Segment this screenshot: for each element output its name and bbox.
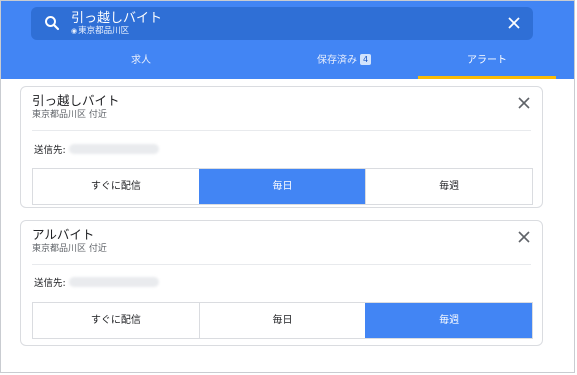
frequency-option-daily[interactable]: 毎日 — [198, 303, 366, 338]
tab-alerts-label: アラート — [467, 55, 507, 66]
tab-saved[interactable]: 保存済み 4 — [274, 48, 414, 79]
tab-jobs[interactable]: 求人 — [71, 48, 211, 79]
send-to-label: 送信先: — [34, 278, 66, 289]
alert-card: 引っ越しバイト 東京都品川区 付近 送信先: すぐに配信 毎日 毎週 — [20, 86, 543, 208]
frequency-option-instant[interactable]: すぐに配信 — [33, 169, 199, 204]
header-bar: 引っ越しバイト ◉東京都品川区 求人 保存済み 4 アラート — [1, 1, 574, 79]
search-query[interactable]: 引っ越しバイト — [71, 11, 162, 26]
tab-jobs-label: 求人 — [131, 55, 151, 66]
location-dot-icon: ◉ — [71, 27, 78, 35]
alert-card: アルバイト 東京都品川区 付近 送信先: すぐに配信 毎日 毎週 — [20, 220, 543, 346]
search-location: ◉東京都品川区 — [71, 26, 129, 37]
send-to-label: 送信先: — [34, 145, 66, 156]
alert-title: アルバイト — [32, 227, 95, 242]
frequency-option-instant[interactable]: すぐに配信 — [33, 303, 199, 338]
frequency-option-daily[interactable]: 毎日 — [198, 169, 366, 204]
alert-location: 東京都品川区 付近 — [32, 244, 107, 254]
tab-saved-label: 保存済み — [316, 55, 357, 66]
close-icon[interactable] — [518, 231, 530, 243]
search-location-text: 東京都品川区 — [78, 26, 130, 36]
send-to-row: 送信先: — [34, 277, 159, 290]
search-box[interactable]: 引っ越しバイト ◉東京都品川区 — [31, 7, 533, 40]
frequency-option-weekly[interactable]: 毎週 — [365, 303, 533, 338]
alert-location: 東京都品川区 付近 — [32, 110, 107, 120]
divider — [32, 130, 531, 131]
tab-bar: 求人 保存済み 4 アラート — [1, 48, 574, 79]
frequency-option-weekly[interactable]: 毎週 — [365, 169, 532, 204]
redacted-email — [68, 144, 159, 154]
alert-title: 引っ越しバイト — [32, 93, 120, 108]
search-icon[interactable] — [43, 14, 61, 32]
close-icon[interactable] — [507, 16, 521, 30]
app-frame: 引っ越しバイト ◉東京都品川区 求人 保存済み 4 アラート 引っ越しバイト 東京… — [0, 0, 575, 373]
frequency-selector: すぐに配信 毎日 毎週 — [32, 302, 533, 339]
tab-alerts[interactable]: アラート — [418, 48, 556, 79]
close-icon[interactable] — [518, 97, 530, 109]
divider — [32, 264, 531, 265]
frequency-selector: すぐに配信 毎日 毎週 — [32, 168, 533, 205]
saved-count-badge: 4 — [359, 54, 372, 65]
redacted-email — [68, 277, 159, 287]
send-to-row: 送信先: — [34, 144, 159, 157]
